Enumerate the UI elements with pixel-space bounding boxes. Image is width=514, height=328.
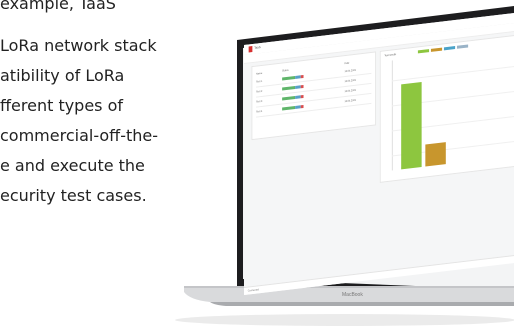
status-bar-fail (300, 104, 304, 109)
logo-icon (248, 46, 253, 53)
legend-swatch (456, 44, 469, 49)
status-bar-pass (282, 75, 296, 81)
results-chart-card: Test results (379, 34, 514, 183)
laptop-base-edge (210, 302, 514, 306)
app-window: TaaS Name Status Date Test 1 12.04.2021 … (244, 12, 514, 295)
row-date: 12.04.2021 (344, 98, 357, 104)
row-date: 12.04.2021 (344, 78, 357, 84)
row-name: Test 1 (256, 79, 263, 84)
column-header: Date (344, 61, 350, 66)
y-axis (391, 60, 393, 171)
column-header: Name (256, 71, 263, 76)
status-bar-pass (282, 105, 296, 111)
laptop-brand-label: MacBook (342, 292, 363, 298)
column-header: Status (282, 68, 289, 73)
status-bar-fail (300, 94, 304, 99)
chart-bar (425, 142, 446, 167)
gridline (391, 65, 514, 82)
app-title: TaaS (254, 45, 261, 50)
row-name: Test 2 (256, 89, 263, 94)
legend-swatch (417, 49, 430, 54)
row-name: Test 3 (256, 99, 263, 104)
legend-swatch (443, 46, 456, 51)
row-date: 12.04.2021 (344, 68, 357, 74)
status-bar-pass (282, 95, 296, 101)
legend-swatch (430, 47, 443, 52)
row-date: 12.04.2021 (344, 88, 357, 94)
row-name: Test 4 (256, 109, 263, 114)
status-text: Connected (247, 288, 259, 293)
tests-table-card: Name Status Date Test 1 12.04.2021 Test … (251, 51, 377, 141)
chart-bar (401, 81, 422, 170)
status-bar-fail (300, 74, 304, 79)
status-bar-pass (282, 85, 296, 91)
chart-title: Test results (384, 52, 397, 58)
status-bar-fail (300, 84, 304, 89)
